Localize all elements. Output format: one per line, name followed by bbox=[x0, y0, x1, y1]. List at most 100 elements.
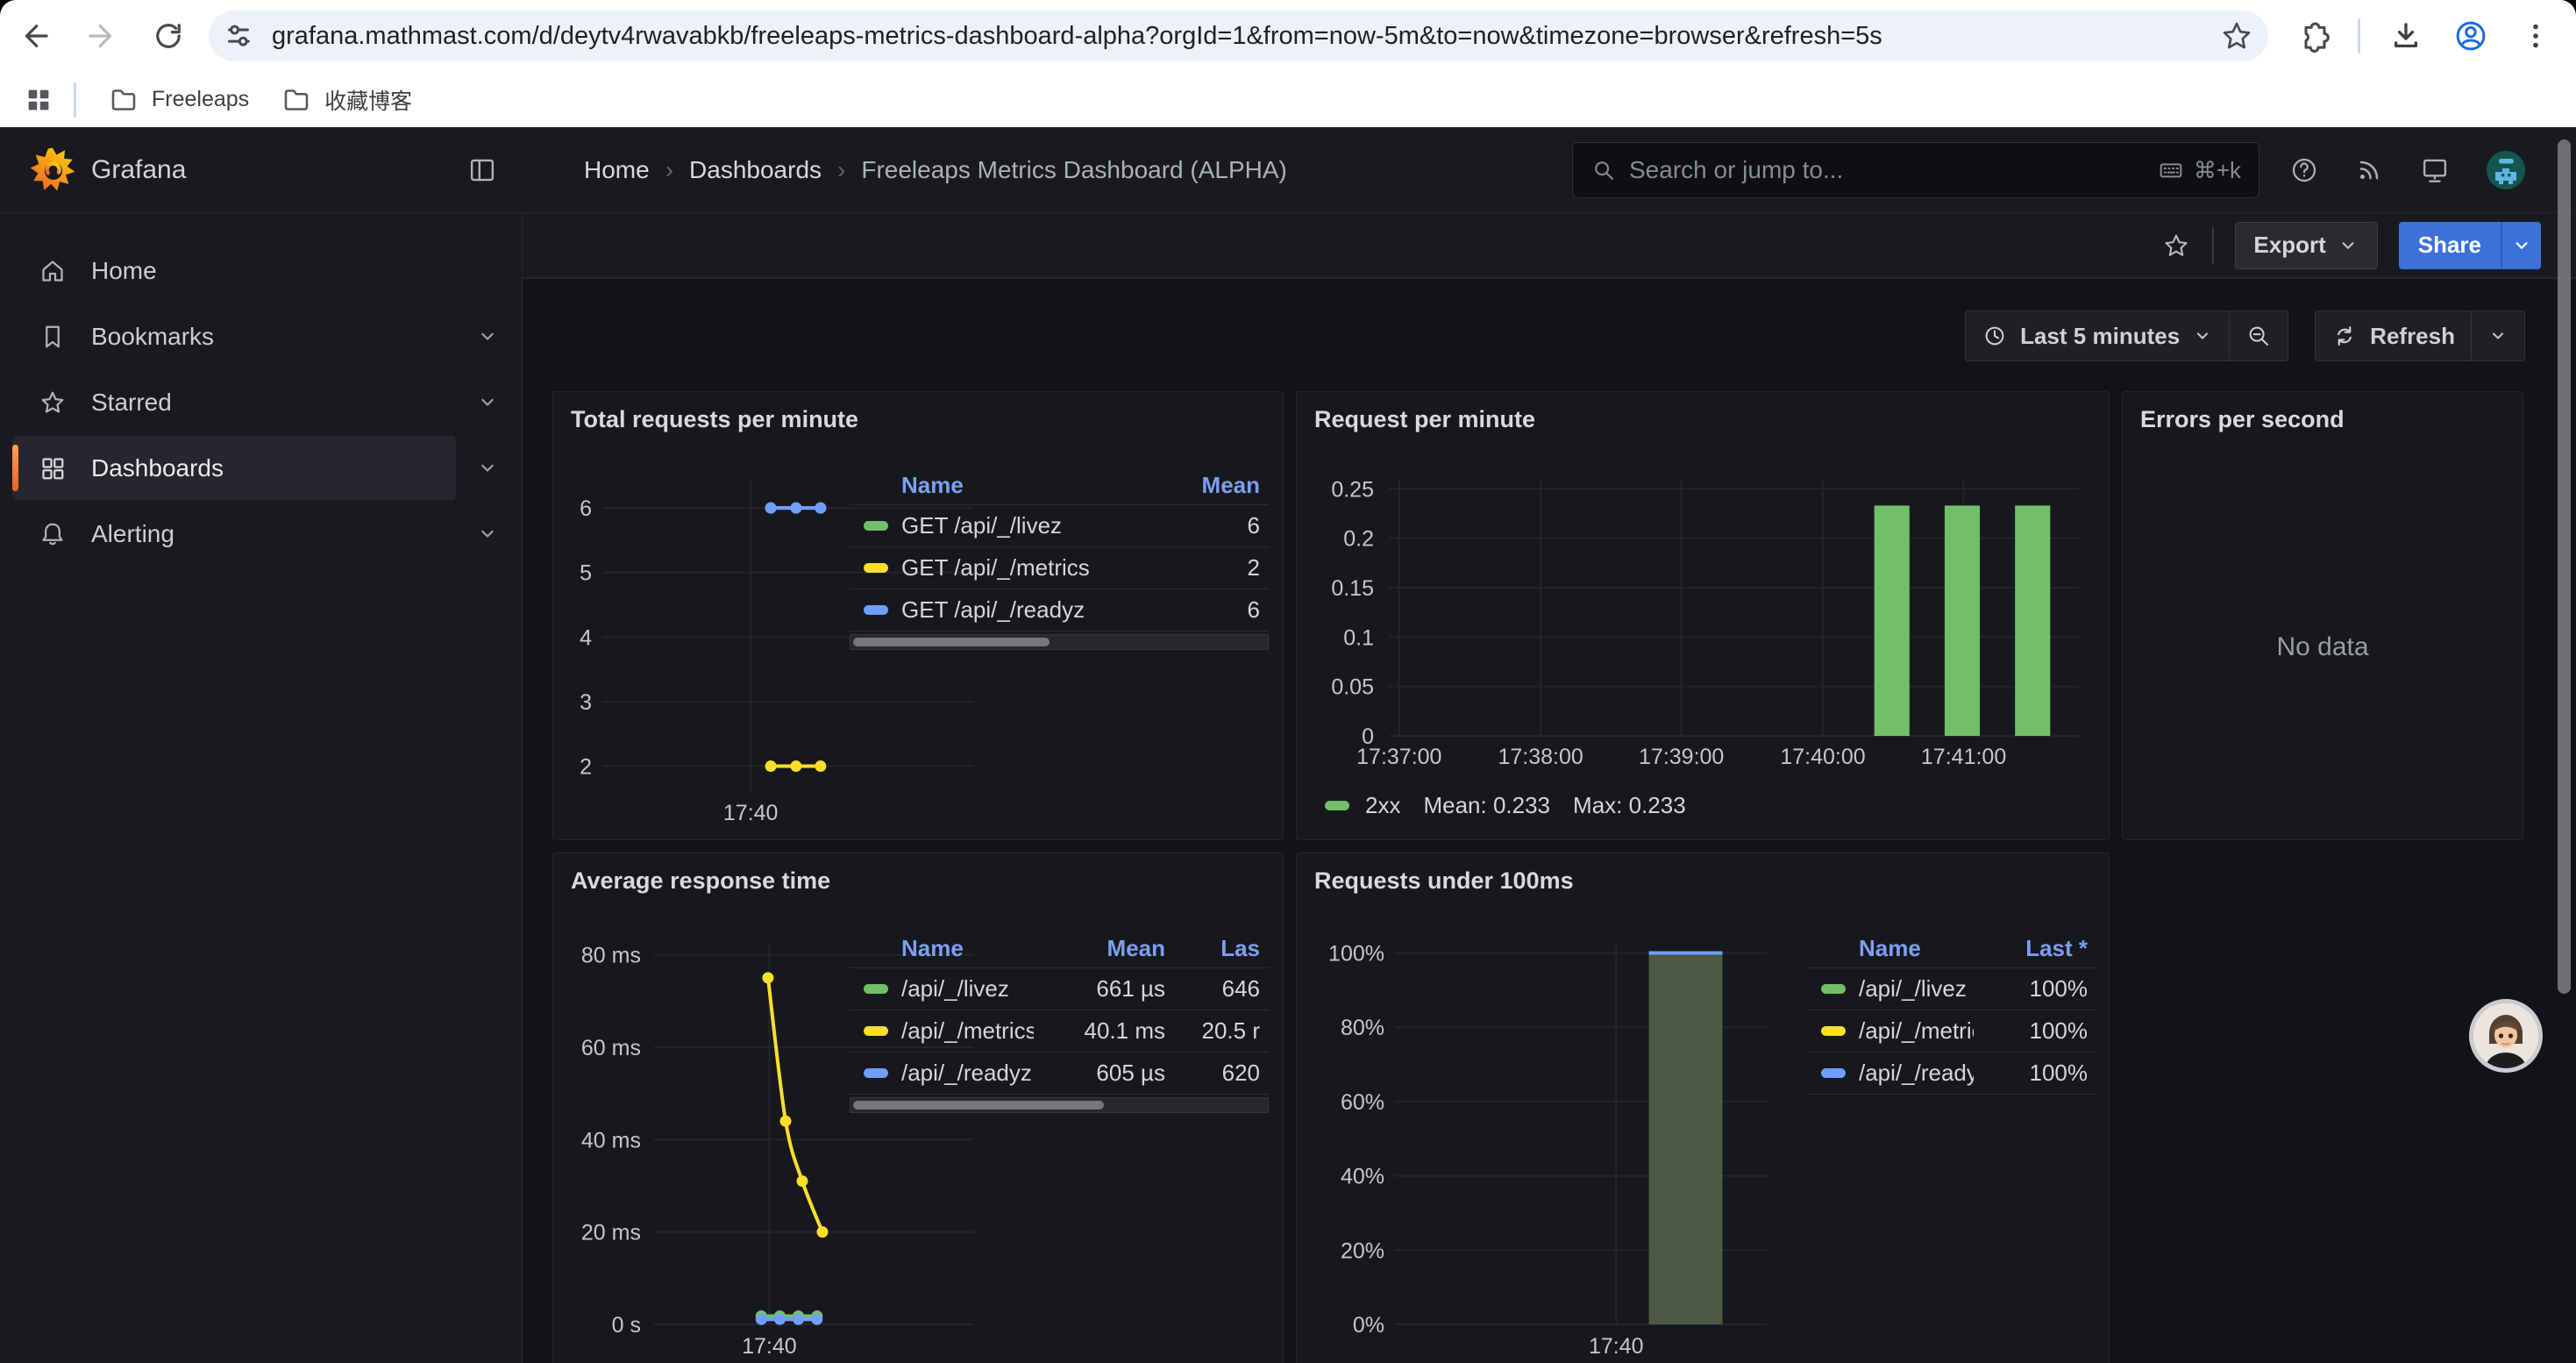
panel-title[interactable]: Requests under 100ms bbox=[1314, 867, 1574, 895]
dock-menu-icon[interactable] bbox=[463, 151, 502, 189]
bookmark-folder-freeleaps[interactable]: Freeleaps bbox=[108, 84, 249, 116]
panel-title[interactable]: Request per minute bbox=[1314, 406, 1535, 433]
dashboards-icon bbox=[37, 453, 68, 484]
legend-row[interactable]: /api/_/metrics 100% bbox=[1807, 1010, 2096, 1053]
chevron-down-icon[interactable] bbox=[473, 519, 502, 549]
search-icon bbox=[1590, 157, 1617, 183]
brand-name: Grafana bbox=[91, 155, 186, 185]
help-icon[interactable] bbox=[2288, 154, 2320, 186]
download-icon[interactable] bbox=[2387, 17, 2425, 55]
svg-text:0 s: 0 s bbox=[612, 1313, 641, 1338]
display-icon[interactable] bbox=[2418, 153, 2451, 187]
share-button[interactable]: Share bbox=[2399, 222, 2501, 269]
folder-icon bbox=[281, 84, 312, 116]
sidebar-item-home[interactable]: Home bbox=[12, 239, 456, 303]
panel-request-per-minute: Request per minute 0.250.20.150.10.05017… bbox=[1296, 391, 2110, 840]
bookmark-star-icon[interactable] bbox=[2217, 17, 2256, 55]
series-color-pill bbox=[1821, 1026, 1846, 1036]
reload-icon[interactable] bbox=[149, 17, 188, 55]
legend-row[interactable]: /api/_/metrics 40.1 ms 20.5 r bbox=[850, 1010, 1269, 1053]
sidebar-item-bookmarks[interactable]: Bookmarks bbox=[12, 304, 456, 368]
legend-row[interactable]: GET /api/_/livez 6 bbox=[850, 505, 1269, 547]
chevron-down-icon bbox=[2510, 234, 2533, 257]
sidebar-item-dashboards[interactable]: Dashboards bbox=[12, 436, 456, 500]
star-icon bbox=[37, 387, 68, 418]
forward-icon[interactable] bbox=[82, 17, 121, 55]
clock-icon bbox=[1982, 323, 2008, 349]
url-text[interactable]: grafana.mathmast.com/d/deytv4rwavabkb/fr… bbox=[272, 22, 2217, 51]
export-button[interactable]: Export bbox=[2235, 222, 2377, 269]
grafana-logo[interactable] bbox=[28, 146, 77, 195]
legend-row[interactable]: /api/_/readyz 100% bbox=[1807, 1053, 2096, 1095]
breadcrumb-home[interactable]: Home bbox=[584, 156, 650, 184]
address-bar[interactable]: grafana.mathmast.com/d/deytv4rwavabkb/fr… bbox=[209, 11, 2268, 61]
panel-errors-per-second: Errors per second No data bbox=[2122, 391, 2523, 840]
svg-text:17:40: 17:40 bbox=[742, 1334, 797, 1359]
refresh-button[interactable]: Refresh bbox=[2316, 311, 2471, 360]
zoom-out-button[interactable] bbox=[2230, 311, 2288, 360]
extensions-icon[interactable] bbox=[2293, 17, 2331, 55]
legend-scrollbar[interactable] bbox=[850, 1097, 1269, 1113]
svg-text:5: 5 bbox=[580, 561, 592, 586]
sidebar: Home Bookmarks Starred bbox=[0, 213, 523, 1363]
legend-row[interactable]: GET /api/_/readyz 6 bbox=[850, 589, 1269, 632]
legend-row[interactable]: /api/_/readyz 605 µs 620 bbox=[850, 1053, 1269, 1095]
breadcrumb-dashboards[interactable]: Dashboards bbox=[689, 156, 822, 184]
series-color-pill bbox=[864, 1026, 888, 1036]
avatar-image bbox=[2473, 1003, 2538, 1068]
folder-icon bbox=[108, 84, 139, 116]
svg-text:80%: 80% bbox=[1341, 1016, 1384, 1040]
svg-text:17:40: 17:40 bbox=[1589, 1334, 1644, 1359]
refresh-interval-button[interactable] bbox=[2472, 311, 2524, 360]
favorite-star-icon[interactable] bbox=[2161, 231, 2191, 260]
back-icon[interactable] bbox=[16, 17, 54, 55]
search-placeholder: Search or jump to... bbox=[1629, 156, 2157, 184]
sidebar-item-alerting[interactable]: Alerting bbox=[12, 502, 456, 566]
svg-text:0.15: 0.15 bbox=[1331, 576, 1374, 601]
svg-text:20%: 20% bbox=[1341, 1238, 1384, 1263]
apps-grid-icon[interactable] bbox=[19, 81, 58, 119]
panel-total-requests: Total requests per minute 6543217:40 Nam… bbox=[552, 391, 1284, 840]
svg-text:40 ms: 40 ms bbox=[581, 1128, 641, 1152]
scrollbar-thumb[interactable] bbox=[2558, 139, 2571, 994]
share-menu-button[interactable] bbox=[2501, 222, 2541, 269]
svg-text:17:41:00: 17:41:00 bbox=[1921, 745, 2006, 769]
chevron-down-icon[interactable] bbox=[473, 453, 502, 483]
dashboard-actions: Export Share bbox=[523, 213, 2576, 279]
profile-icon[interactable] bbox=[2451, 17, 2490, 55]
legend-header: Name Last * bbox=[1807, 929, 2096, 968]
legend-row[interactable]: /api/_/livez 661 µs 646 bbox=[850, 968, 1269, 1010]
news-rss-icon[interactable] bbox=[2353, 154, 2385, 186]
svg-text:20 ms: 20 ms bbox=[581, 1221, 641, 1245]
assistant-avatar[interactable] bbox=[2469, 999, 2543, 1073]
legend-scrollbar[interactable] bbox=[850, 634, 1269, 650]
sidebar-item-starred[interactable]: Starred bbox=[12, 370, 456, 434]
svg-text:2: 2 bbox=[580, 755, 592, 780]
legend-header: Name Mean bbox=[850, 466, 1269, 505]
chevron-down-icon[interactable] bbox=[473, 388, 502, 417]
page-scrollbar[interactable] bbox=[2555, 127, 2574, 1363]
chevron-down-icon bbox=[2487, 325, 2508, 346]
browser-menu-icon[interactable] bbox=[2516, 17, 2555, 55]
chevron-down-icon[interactable] bbox=[473, 322, 502, 352]
svg-text:100%: 100% bbox=[1328, 941, 1384, 966]
svg-text:40%: 40% bbox=[1341, 1165, 1384, 1189]
search-input[interactable]: Search or jump to... ⌘+k bbox=[1572, 142, 2259, 198]
site-settings-icon[interactable] bbox=[219, 17, 258, 55]
toolbar-divider bbox=[2358, 18, 2360, 54]
time-range-picker[interactable]: Last 5 minutes bbox=[1966, 311, 2229, 360]
panel-title[interactable]: Errors per second bbox=[2140, 406, 2345, 433]
panel-title[interactable]: Total requests per minute bbox=[571, 406, 858, 433]
user-avatar[interactable] bbox=[2485, 149, 2527, 191]
series-name[interactable]: 2xx bbox=[1365, 792, 1400, 819]
series-color-pill bbox=[1325, 801, 1349, 810]
bookmark-folder-blogs[interactable]: 收藏博客 bbox=[281, 84, 412, 116]
panel-requests-under-100ms: Requests under 100ms 100%80%60%40%20%0%1… bbox=[1296, 853, 2110, 1363]
svg-text:17:38:00: 17:38:00 bbox=[1498, 745, 1583, 769]
legend-row[interactable]: GET /api/_/metrics 2 bbox=[850, 547, 1269, 589]
panel-title[interactable]: Average response time bbox=[571, 867, 830, 895]
svg-text:0.25: 0.25 bbox=[1331, 477, 1374, 502]
refresh-icon bbox=[2331, 323, 2358, 349]
series-color-pill bbox=[1821, 1068, 1846, 1078]
legend-row[interactable]: /api/_/livez 100% bbox=[1807, 968, 2096, 1010]
